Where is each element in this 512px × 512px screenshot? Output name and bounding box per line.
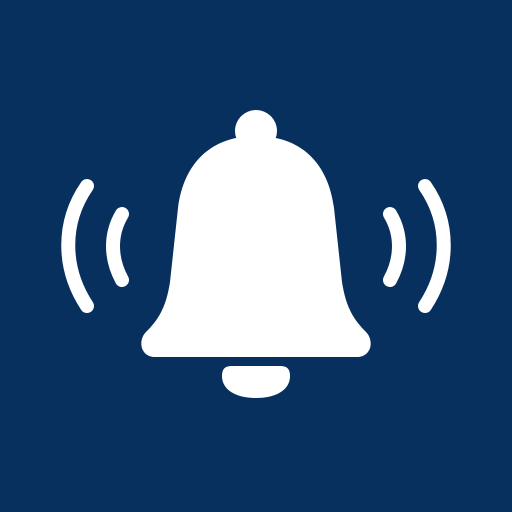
ringing-bell-icon [61,110,451,398]
left-inner-wave [106,207,129,287]
bell-clapper [222,366,290,398]
right-outer-wave [418,179,451,313]
right-inner-wave [383,207,406,287]
left-outer-wave [61,179,94,313]
notification-bell-tile[interactable] [0,0,512,512]
bell-body [141,136,371,357]
